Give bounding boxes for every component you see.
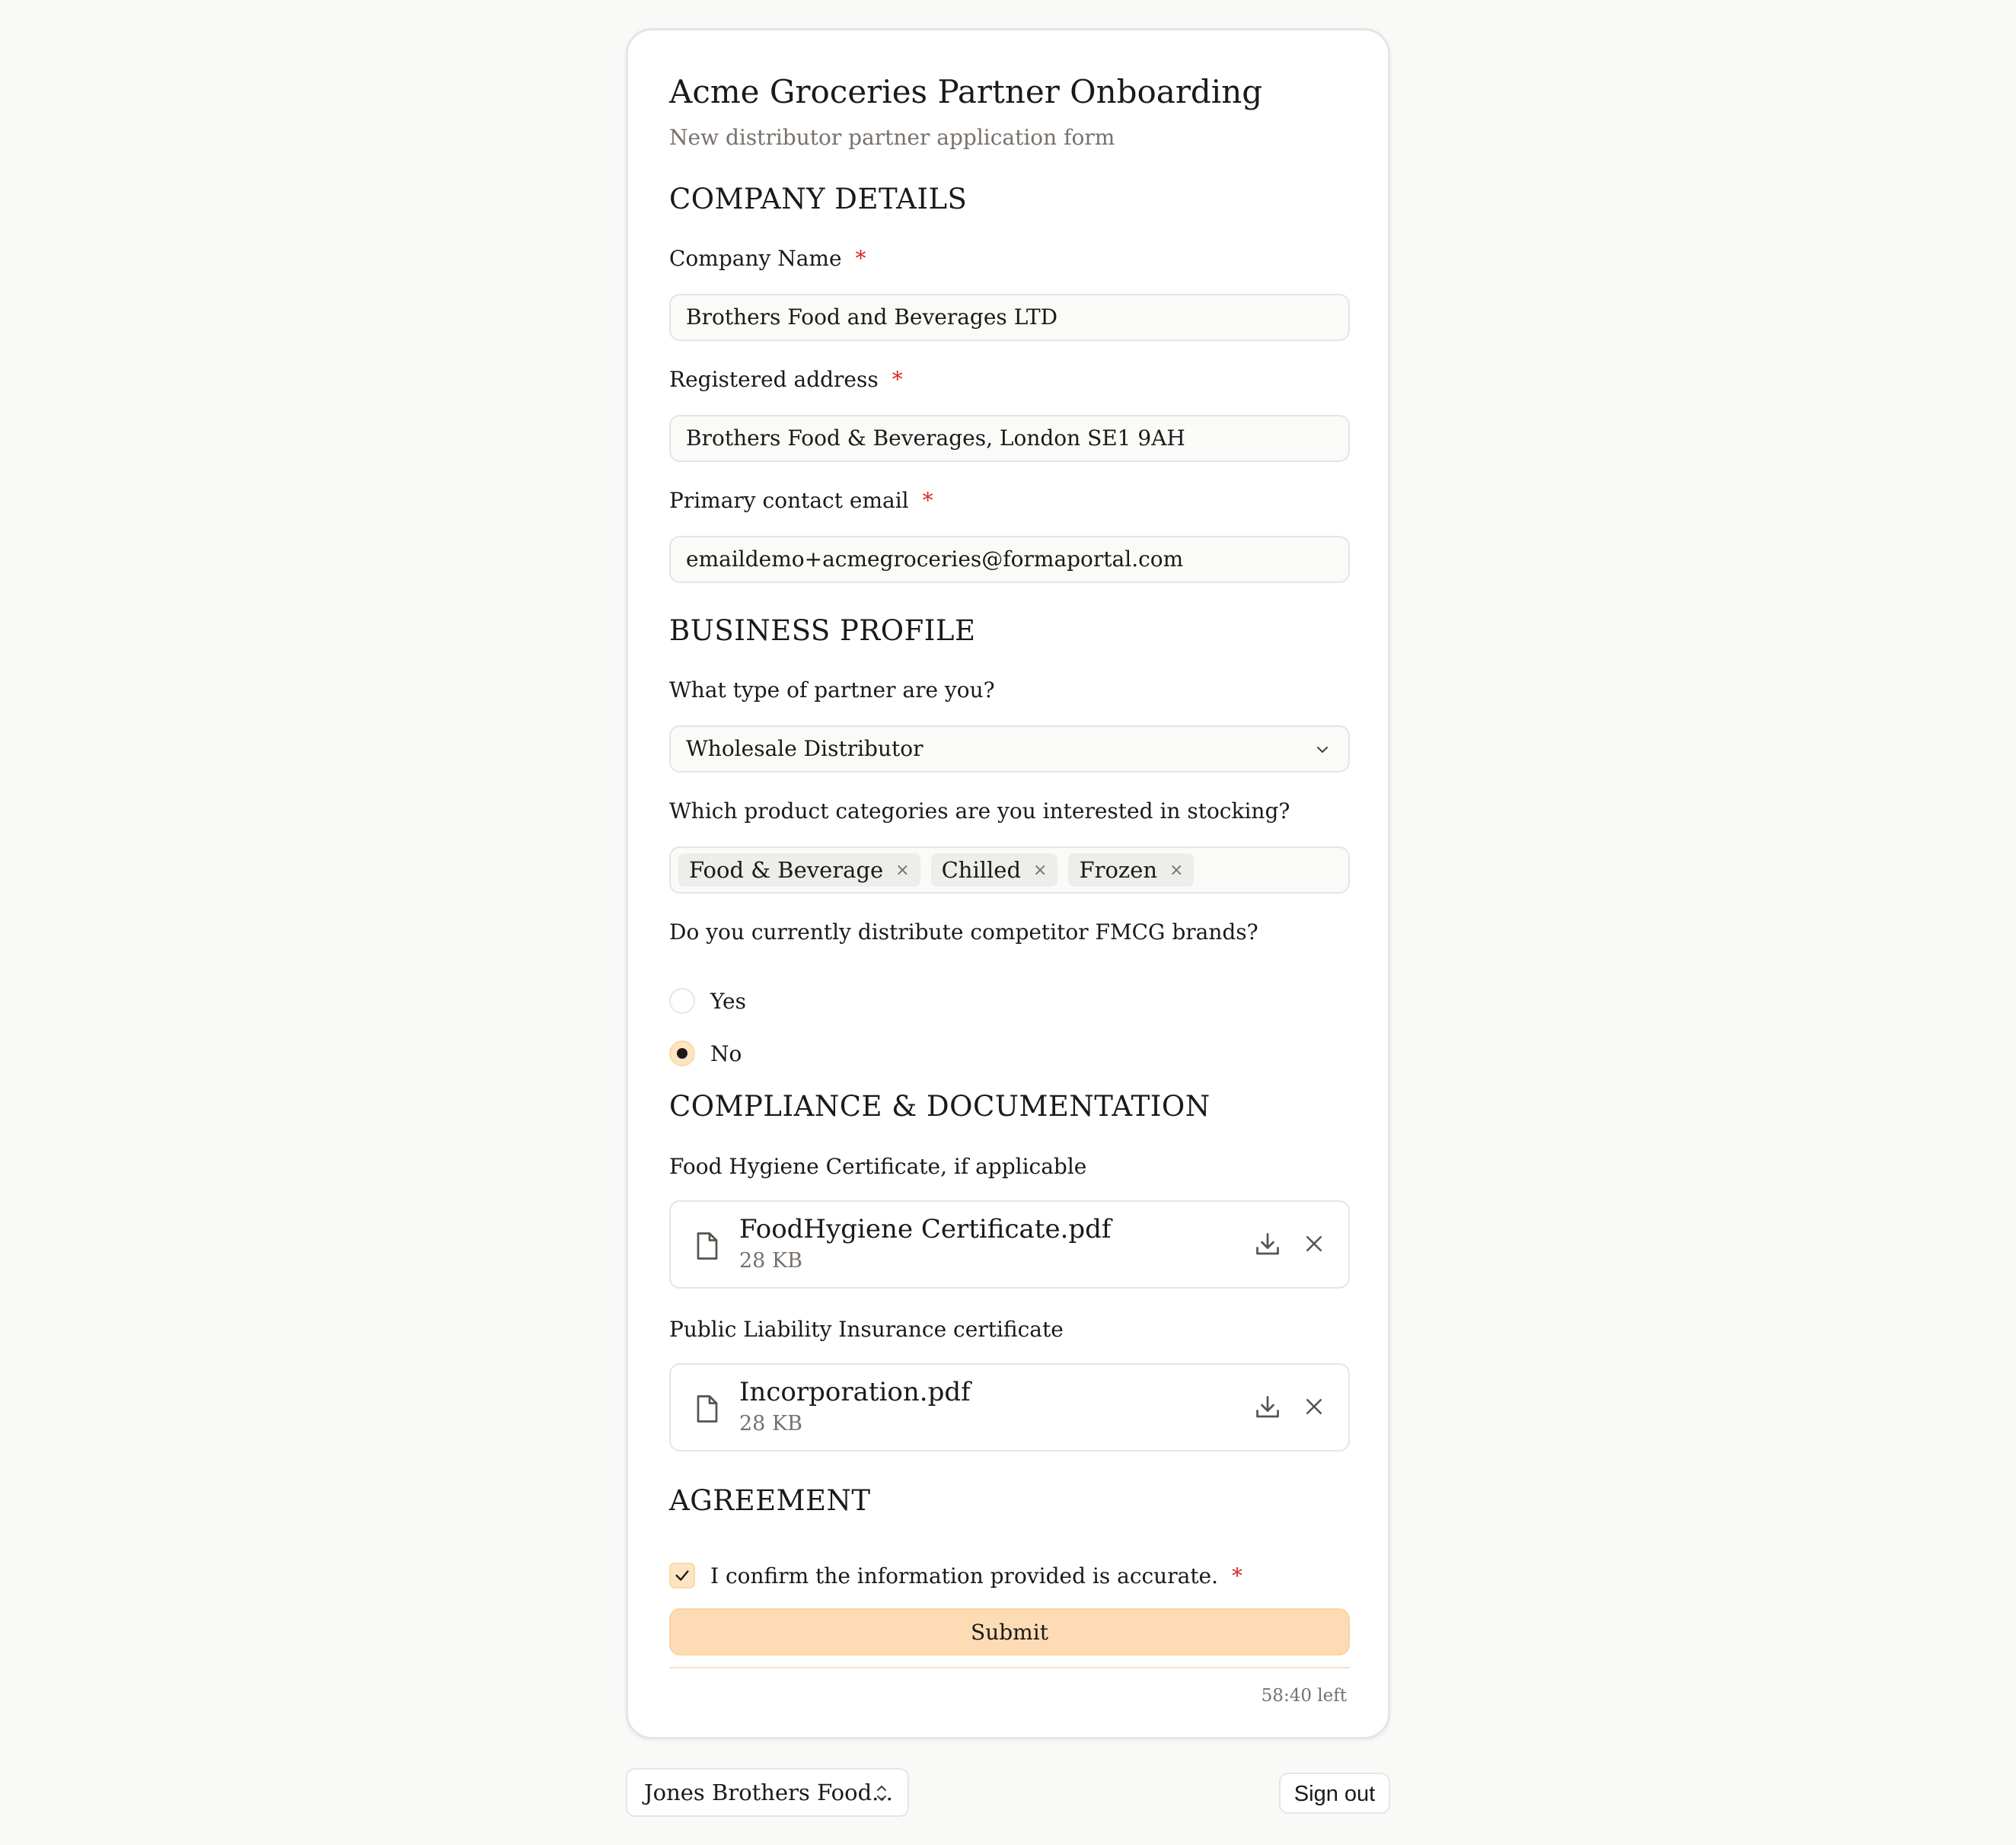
radio-yes[interactable] — [669, 988, 695, 1014]
confirm-checkbox[interactable] — [669, 1563, 695, 1588]
file-size: 28 KB — [739, 1249, 802, 1273]
close-icon[interactable] — [1303, 1232, 1325, 1255]
chip-remove-icon[interactable]: × — [1169, 861, 1183, 880]
file-icon — [697, 1395, 718, 1423]
company-name-label: Company Name * — [669, 246, 866, 271]
hygiene-label: Food Hygiene Certificate, if applicable — [669, 1154, 1087, 1179]
radio-no-label: No — [710, 1040, 742, 1066]
form-title: Acme Groceries Partner Onboarding — [669, 73, 1263, 110]
company-name-label-text: Company Name — [669, 246, 842, 271]
account-switcher[interactable]: Jones Brothers Food... — [626, 1768, 909, 1817]
primary-email-label: Primary contact email * — [669, 488, 933, 513]
chip-remove-icon[interactable]: × — [895, 861, 909, 880]
form-subtitle: New distributor partner application form — [669, 125, 1115, 150]
category-chip-label: Chilled — [941, 857, 1022, 883]
hygiene-file-upload: FoodHygiene Certificate.pdf 28 KB — [669, 1200, 1350, 1289]
time-remaining: 58:40 left — [1261, 1686, 1347, 1706]
competitor-option-yes[interactable]: Yes — [669, 988, 746, 1014]
categories-label: Which product categories are you interes… — [669, 798, 1290, 824]
confirm-label: I confirm the information provided is ac… — [710, 1563, 1219, 1588]
form-card: Acme Groceries Partner Onboarding New di… — [626, 28, 1390, 1739]
registered-address-input[interactable]: Brothers Food & Beverages, London SE1 9A… — [669, 415, 1350, 462]
confirm-checkbox-row[interactable]: I confirm the information provided is ac… — [669, 1563, 1242, 1588]
insurance-file-upload: Incorporation.pdf 28 KB — [669, 1363, 1350, 1451]
chip-remove-icon[interactable]: × — [1033, 861, 1047, 880]
primary-email-label-text: Primary contact email — [669, 488, 909, 513]
required-marker: * — [855, 246, 866, 271]
account-name: Jones Brothers Food... — [644, 1780, 893, 1805]
radio-yes-label: Yes — [710, 988, 746, 1014]
required-marker: * — [922, 488, 933, 513]
file-name: Incorporation.pdf — [739, 1377, 971, 1407]
required-marker: * — [1232, 1563, 1243, 1588]
file-icon — [697, 1232, 718, 1260]
partner-type-value: Wholesale Distributor — [686, 736, 923, 761]
sign-out-button[interactable]: Sign out — [1279, 1773, 1390, 1814]
file-name: FoodHygiene Certificate.pdf — [739, 1214, 1112, 1244]
partner-type-select[interactable]: Wholesale Distributor — [669, 725, 1350, 773]
submit-button[interactable]: Submit — [669, 1608, 1350, 1655]
file-size: 28 KB — [739, 1412, 802, 1436]
categories-multiselect[interactable]: Food & Beverage × Chilled × Frozen × — [669, 846, 1350, 894]
section-heading-company-details: COMPANY DETAILS — [669, 183, 968, 215]
section-heading-business-profile: BUSINESS PROFILE — [669, 614, 976, 647]
category-chip: Frozen × — [1068, 853, 1195, 887]
category-chip-label: Frozen — [1079, 857, 1158, 883]
category-chip: Food & Beverage × — [678, 853, 920, 887]
chevron-up-down-icon — [877, 1786, 886, 1801]
download-icon[interactable] — [1254, 1231, 1281, 1258]
chevron-down-icon — [1317, 747, 1328, 753]
registered-address-label-text: Registered address — [669, 367, 879, 392]
company-name-input[interactable]: Brothers Food and Beverages LTD — [669, 294, 1350, 341]
required-marker: * — [892, 367, 903, 392]
primary-email-input[interactable]: emaildemo+acmegroceries@formaportal.com — [669, 536, 1350, 583]
competitor-option-no[interactable]: No — [669, 1040, 742, 1066]
download-icon[interactable] — [1254, 1394, 1281, 1421]
category-chip-label: Food & Beverage — [689, 857, 884, 883]
divider — [669, 1667, 1350, 1668]
check-icon — [675, 1570, 689, 1581]
partner-type-label: What type of partner are you? — [669, 677, 995, 703]
close-icon[interactable] — [1303, 1395, 1325, 1418]
insurance-label: Public Liability Insurance certificate — [669, 1317, 1064, 1342]
category-chip: Chilled × — [930, 853, 1058, 887]
radio-no[interactable] — [669, 1040, 695, 1066]
section-heading-compliance: COMPLIANCE & DOCUMENTATION — [669, 1090, 1211, 1123]
registered-address-label: Registered address * — [669, 367, 903, 392]
competitor-label: Do you currently distribute competitor F… — [669, 919, 1258, 945]
section-heading-agreement: AGREEMENT — [669, 1484, 871, 1517]
